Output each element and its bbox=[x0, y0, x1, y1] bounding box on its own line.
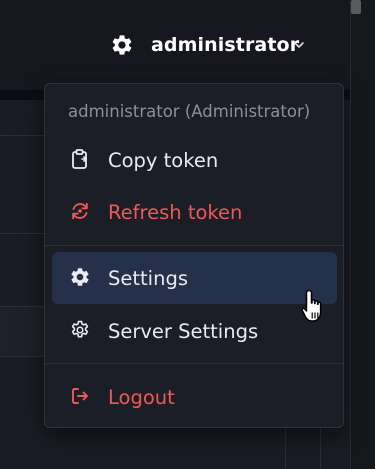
refresh-icon bbox=[72, 202, 88, 220]
gear-outline-icon bbox=[71, 320, 89, 338]
content-row-divider bbox=[0, 135, 46, 136]
menu-header-user-role: administrator (Administrator) bbox=[68, 102, 311, 121]
logout-menu-item[interactable]: Logout bbox=[52, 371, 337, 423]
copy-token-menu-item[interactable]: Copy token bbox=[52, 134, 337, 186]
refresh-token-label: Refresh token bbox=[108, 200, 243, 224]
server-settings-label: Server Settings bbox=[108, 319, 259, 343]
clipboard-icon bbox=[72, 149, 87, 169]
scrollbar-thumb[interactable] bbox=[351, 0, 361, 14]
screen: administrator administrator (Administrat… bbox=[0, 0, 375, 469]
menu-divider bbox=[45, 245, 343, 246]
logout-label: Logout bbox=[108, 385, 175, 409]
refresh-token-menu-item[interactable]: Refresh token bbox=[52, 186, 337, 238]
settings-menu-item[interactable]: Settings bbox=[52, 252, 337, 304]
user-menu-button[interactable]: administrator bbox=[106, 28, 311, 62]
content-row-divider bbox=[0, 356, 46, 357]
content-row-divider bbox=[0, 306, 46, 307]
username-label: administrator bbox=[151, 34, 300, 56]
copy-token-label: Copy token bbox=[108, 148, 219, 172]
menu-divider bbox=[45, 363, 343, 364]
user-dropdown-menu: administrator (Administrator) Copy token… bbox=[44, 83, 344, 428]
settings-label: Settings bbox=[108, 266, 188, 290]
page-scrollbar[interactable] bbox=[350, 0, 375, 469]
content-row-divider bbox=[0, 233, 46, 234]
logout-icon bbox=[72, 388, 88, 404]
server-settings-menu-item[interactable]: Server Settings bbox=[52, 305, 337, 357]
gear-icon bbox=[112, 35, 132, 55]
gear-icon bbox=[71, 268, 89, 286]
content-row bbox=[0, 306, 46, 356]
chevron-down-icon bbox=[294, 42, 304, 48]
